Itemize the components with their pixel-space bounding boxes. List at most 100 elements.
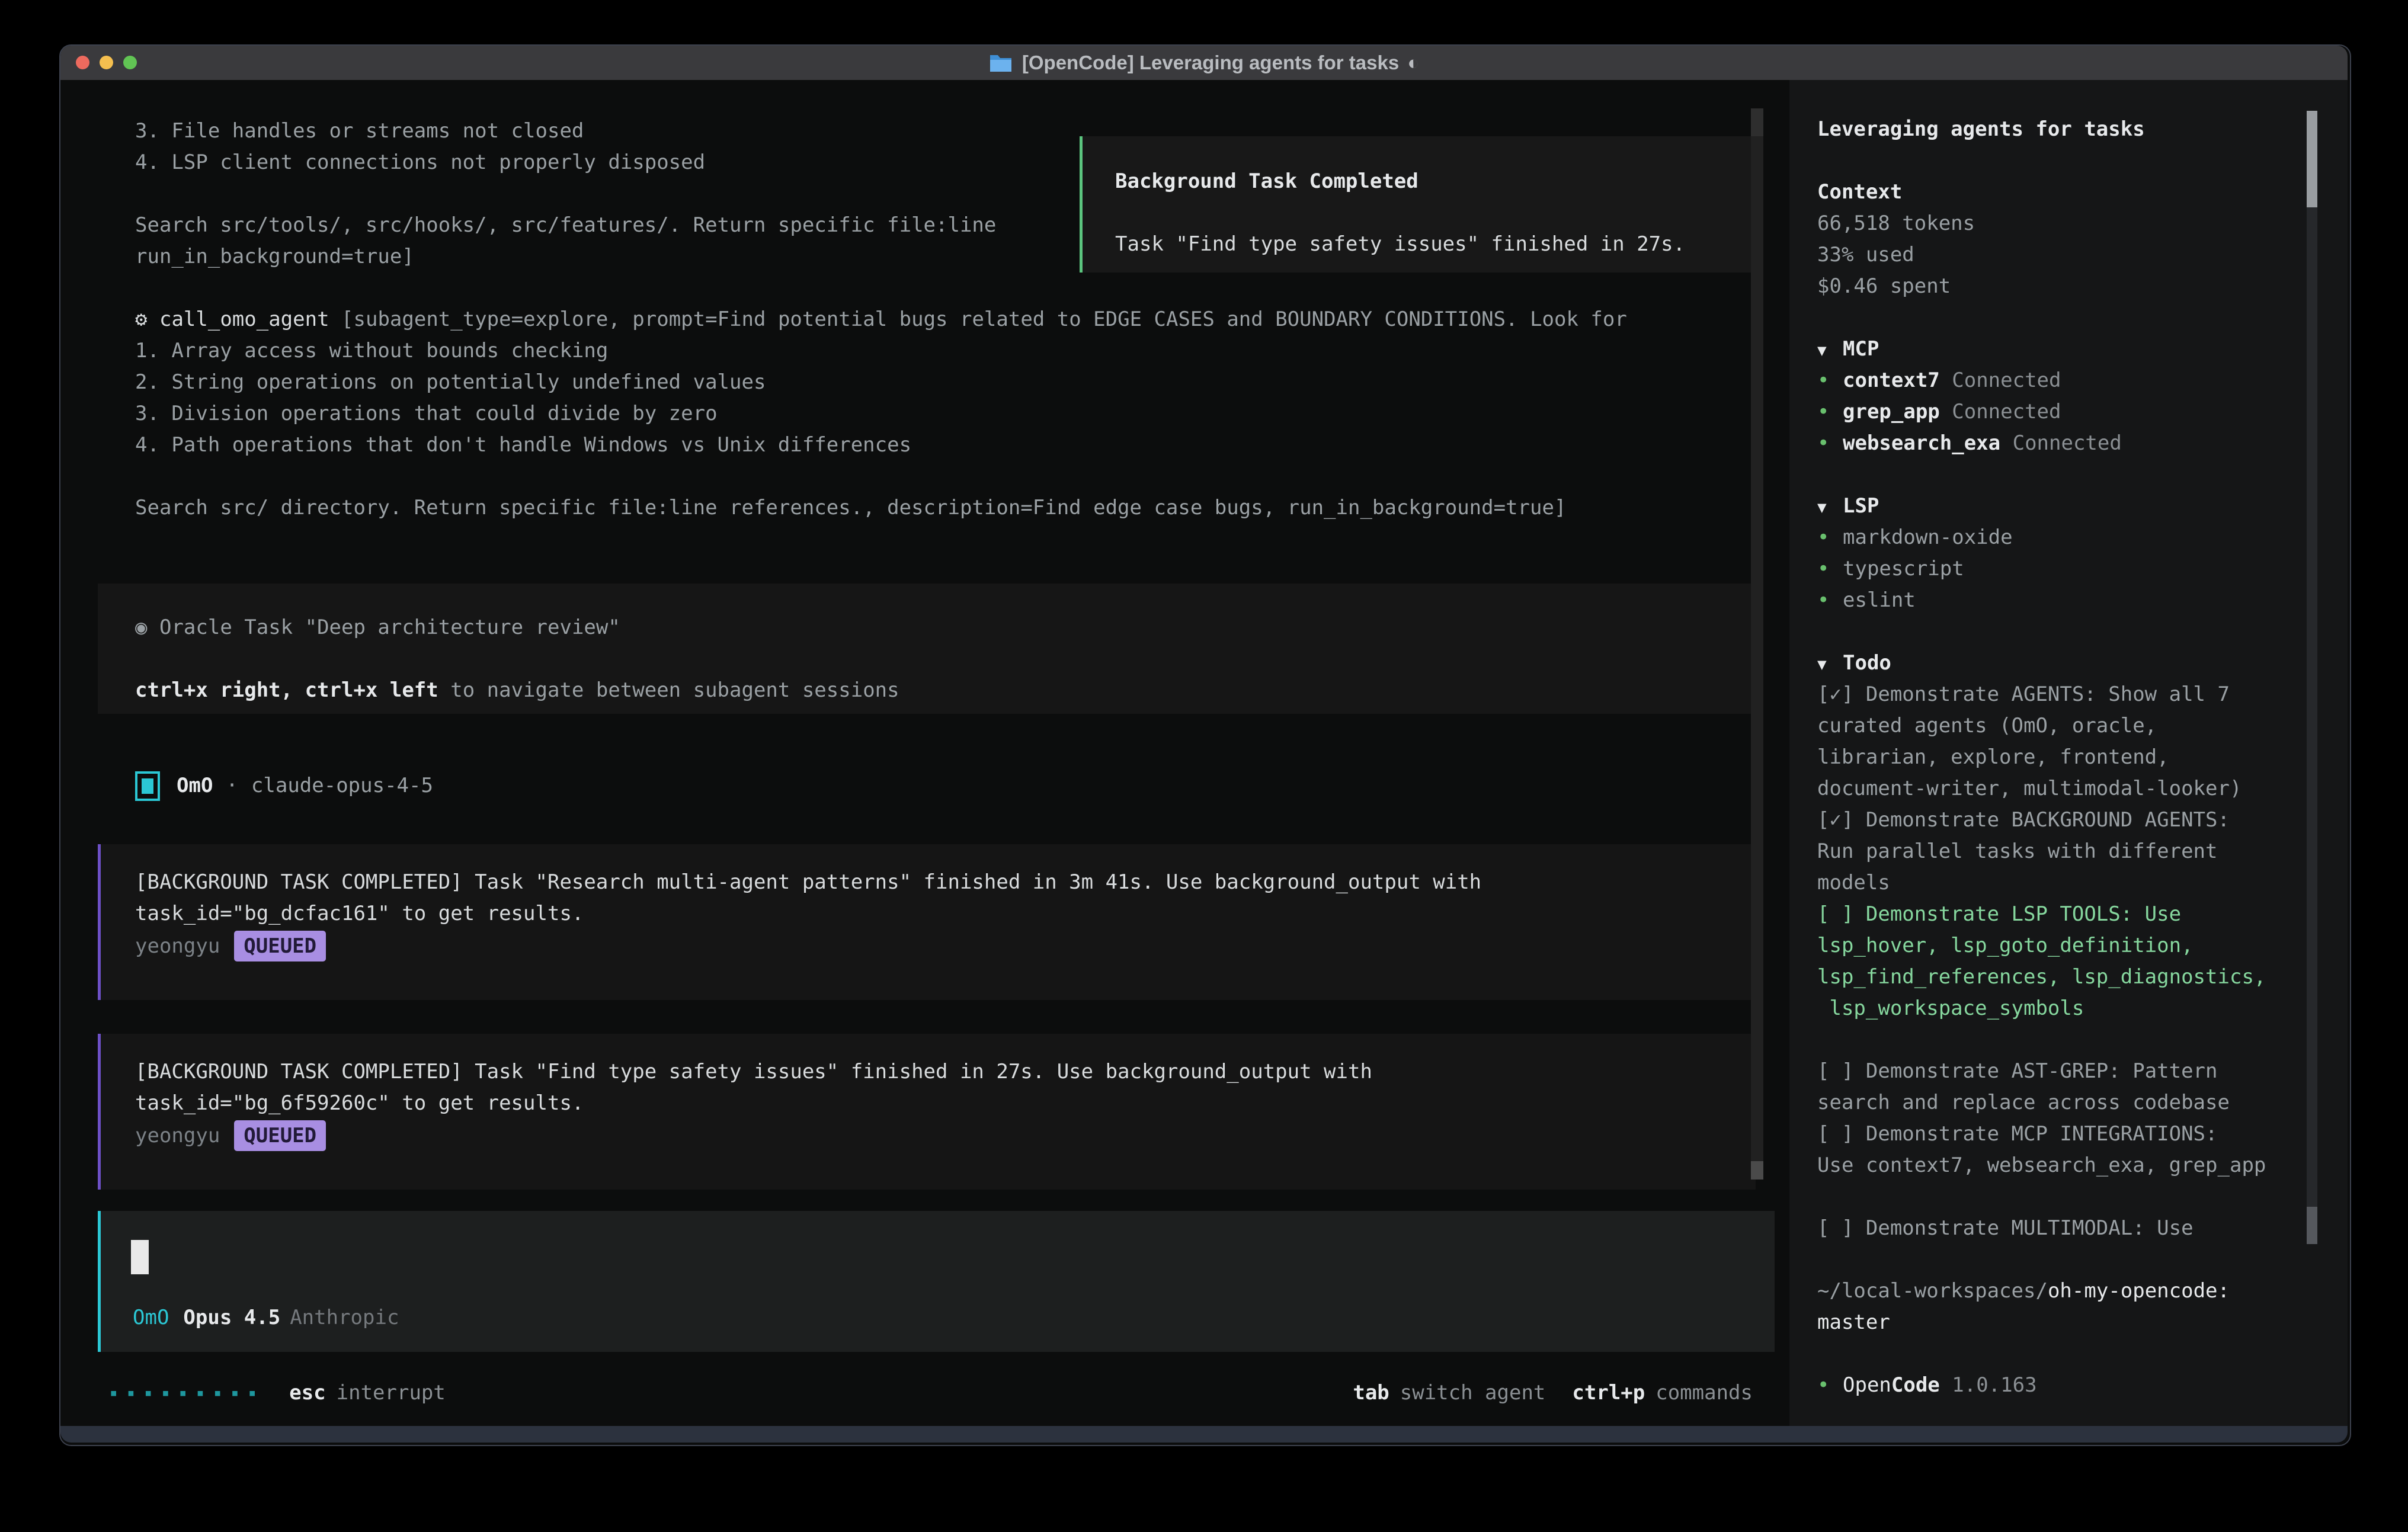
lsp-heading: LSP xyxy=(1843,494,1879,518)
mcp-item: •grep_app Connected xyxy=(1817,396,2339,428)
lsp-section-header[interactable]: ▼LSP xyxy=(1817,491,2339,522)
lsp-name: eslint xyxy=(1843,588,1916,612)
workspace-path: ~/local-workspaces/oh-my-opencode: xyxy=(1817,1275,2339,1307)
background-task-message: [BACKGROUND TASK COMPLETED] Task "Resear… xyxy=(98,844,1756,1000)
mcp-status: Connected xyxy=(1952,400,2061,424)
spinner-dots-icon: ▪▪▪▪▪▪▪▪▪ xyxy=(110,1377,265,1409)
hint-keys: ctrl+x right, ctrl+x left xyxy=(135,678,438,702)
lsp-name: markdown-oxide xyxy=(1843,525,2013,549)
message-meta: yeongyuQUEUED xyxy=(135,931,326,962)
app-name-regular: Open xyxy=(1843,1373,1891,1397)
status-dot-icon: • xyxy=(1817,553,1843,585)
message-meta: yeongyuQUEUED xyxy=(135,1120,326,1152)
tool-call-name: call_omo_agent xyxy=(159,307,329,331)
status-dot-icon: • xyxy=(1817,1370,1843,1401)
sidebar-scrollbar-track[interactable] xyxy=(2307,111,2317,1244)
mcp-status: Connected xyxy=(1952,368,2061,392)
navigation-hint: ctrl+x right, ctrl+x left to navigate be… xyxy=(135,675,899,706)
mcp-heading: MCP xyxy=(1843,337,1879,361)
message-author: yeongyu xyxy=(135,934,220,958)
context-tokens: 66,518 tokens xyxy=(1817,208,2339,239)
esc-key-hint: esc xyxy=(289,1377,325,1409)
agent-model: claude-opus-4-5 xyxy=(251,770,433,802)
tool-call-args: [subagent_type=explore, prompt=Find pote… xyxy=(341,307,1627,331)
workspace-path-prefix: ~/local-workspaces/ xyxy=(1817,1279,2048,1303)
screen: [OpenCode] Leveraging agents for tasks ◐… xyxy=(0,0,2408,1532)
terminal-line: 3. File handles or streams not closed xyxy=(135,116,584,147)
lsp-item: •typescript xyxy=(1817,553,2339,585)
input-provider: Anthropic xyxy=(290,1302,399,1334)
message-line: [BACKGROUND TASK COMPLETED] Task "Find t… xyxy=(135,1056,1372,1088)
app-name-bold: Code xyxy=(1891,1373,1940,1397)
workspace-branch: master xyxy=(1817,1307,2339,1338)
esc-action-label: interrupt xyxy=(337,1377,446,1409)
background-task-notification[interactable]: Background Task Completed Task "Find typ… xyxy=(1080,136,1761,273)
lsp-item: •eslint xyxy=(1817,585,2339,616)
context-used: 33% used xyxy=(1817,239,2339,271)
background-task-message: [BACKGROUND TASK COMPLETED] Task "Find t… xyxy=(98,1034,1756,1190)
window-titlebar[interactable]: [OpenCode] Leveraging agents for tasks ◐ xyxy=(60,46,2348,80)
notification-title: Background Task Completed xyxy=(1115,166,1418,197)
context-heading: Context xyxy=(1817,177,2339,208)
sidebar-title: Leveraging agents for tasks xyxy=(1817,114,2339,145)
text-cursor xyxy=(131,1240,149,1274)
todo-line-done: curated agents (OmO, oracle, xyxy=(1817,710,2339,742)
oracle-task-label: Oracle Task "Deep architecture review" xyxy=(159,616,620,639)
tool-call-tail: Search src/ directory. Return specific f… xyxy=(135,492,1566,524)
notification-body: Task "Find type safety issues" finished … xyxy=(1115,229,1685,260)
workspace-path-repo: oh-my-opencode: xyxy=(2048,1279,2230,1303)
todo-line-pending: Use context7, websearch_exa, grep_app xyxy=(1817,1150,2339,1181)
app-version: 1.0.163 xyxy=(1952,1373,2036,1397)
tool-call-item: 2. String operations on potentially unde… xyxy=(135,367,766,398)
separator-dot: · xyxy=(226,770,238,802)
main-scrollbar-thumb-top[interactable] xyxy=(1751,108,1763,136)
todo-line-done: Run parallel tasks with different xyxy=(1817,836,2339,867)
main-scrollbar-track[interactable] xyxy=(1751,108,1763,1180)
chevron-down-icon: ▼ xyxy=(1817,492,1843,524)
zoom-button[interactable] xyxy=(123,56,137,69)
input-agent-name: OmO xyxy=(133,1302,169,1334)
folder-icon xyxy=(989,53,1013,73)
ctrlp-key-hint: ctrl+p xyxy=(1572,1377,1645,1409)
agent-name: OmO xyxy=(177,770,213,802)
todo-line-pending: [ ] Demonstrate MCP INTEGRATIONS: xyxy=(1817,1118,2339,1150)
todo-line-active: [ ] Demonstrate LSP TOOLS: Use xyxy=(1817,899,2339,930)
status-dot-icon: • xyxy=(1817,428,1843,459)
terminal-line: Search src/tools/, src/hooks/, src/featu… xyxy=(135,210,996,241)
tool-call-item: 1. Array access without bounds checking xyxy=(135,335,608,367)
todo-line-done: [✓] Demonstrate BACKGROUND AGENTS: xyxy=(1817,805,2339,836)
mcp-name: context7 xyxy=(1843,368,1940,392)
todo-heading: Todo xyxy=(1843,651,1891,675)
minimize-button[interactable] xyxy=(100,56,113,69)
tool-call-item: 3. Division operations that could divide… xyxy=(135,398,718,430)
lsp-item: •markdown-oxide xyxy=(1817,522,2339,553)
mcp-status: Connected xyxy=(2013,431,2122,455)
todo-section-header[interactable]: ▼Todo xyxy=(1817,648,2339,679)
status-dot-icon: • xyxy=(1817,585,1843,616)
sidebar-scrollbar-thumb-bottom[interactable] xyxy=(2307,1207,2317,1244)
input-model: Opus 4.5 xyxy=(183,1302,280,1334)
tab-key-hint: tab xyxy=(1353,1377,1389,1409)
hint-rest: to navigate between subagent sessions xyxy=(438,678,899,702)
todo-line-pending: [ ] Demonstrate AST-GREP: Pattern xyxy=(1817,1056,2339,1087)
status-dot-icon: • xyxy=(1817,396,1843,428)
todo-line-pending: [ ] Demonstrate MULTIMODAL: Use xyxy=(1817,1213,2339,1244)
mcp-section-header[interactable]: ▼MCP xyxy=(1817,334,2339,365)
mcp-name: websearch_exa xyxy=(1843,431,2000,455)
window-title: [OpenCode] Leveraging agents for tasks xyxy=(1022,52,1399,74)
todo-line-done: [✓] Demonstrate AGENTS: Show all 7 xyxy=(1817,679,2339,710)
todo-line-active: lsp_workspace_symbols xyxy=(1817,993,2339,1024)
context-spent: $0.46 spent xyxy=(1817,271,2339,302)
agent-header: OmO · claude-opus-4-5 xyxy=(135,770,433,802)
ctrlp-action-label: commands xyxy=(1655,1377,1753,1409)
message-line: [BACKGROUND TASK COMPLETED] Task "Resear… xyxy=(135,867,1481,898)
statusbar-left: ▪▪▪▪▪▪▪▪▪ esc interrupt xyxy=(110,1377,446,1409)
main-scrollbar-thumb[interactable] xyxy=(1751,1161,1763,1180)
terminal-line: 4. LSP client connections not properly d… xyxy=(135,147,705,178)
todo-line-done: document-writer, multimodal-looker) xyxy=(1817,773,2339,805)
sidebar-scrollbar-thumb[interactable] xyxy=(2307,111,2317,207)
close-button[interactable] xyxy=(76,56,89,69)
todo-line-done: librarian, explore, frontend, xyxy=(1817,742,2339,773)
oracle-task-panel: ◉ Oracle Task "Deep architecture review"… xyxy=(98,584,1753,714)
agent-icon xyxy=(135,771,160,801)
